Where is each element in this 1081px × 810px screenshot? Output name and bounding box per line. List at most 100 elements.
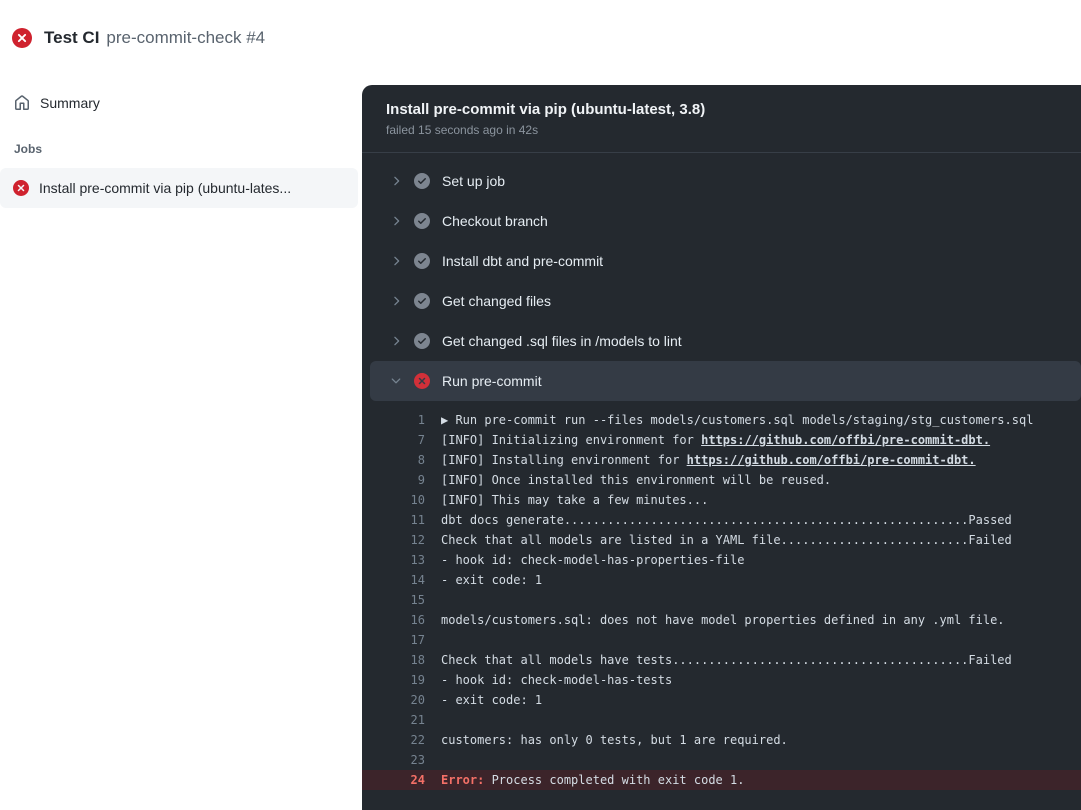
log-text: [INFO] This may take a few minutes... — [441, 493, 708, 507]
log-line-text: - hook id: check-model-has-tests — [425, 670, 672, 690]
log-line-text: models/customers.sql: does not have mode… — [425, 610, 1005, 630]
log-line: 13 - hook id: check-model-has-properties-… — [362, 550, 1081, 570]
jobs-section-label: Jobs — [0, 142, 362, 156]
workflow-name: Test CI — [44, 28, 99, 47]
log-line: 19 - hook id: check-model-has-tests — [362, 670, 1081, 690]
log-line-number[interactable]: 16 — [362, 610, 425, 630]
log-line-number[interactable]: 23 — [362, 750, 425, 770]
step-checkout-branch[interactable]: Checkout branch — [362, 201, 1081, 241]
log-line-number[interactable]: 21 — [362, 710, 425, 730]
chevron-right-icon — [389, 254, 405, 268]
log-line-number[interactable]: 18 — [362, 650, 425, 670]
step-label: Install dbt and pre-commit — [442, 253, 603, 269]
log-line-text — [425, 710, 441, 730]
run-header: Test CI pre-commit-check #4 — [0, 0, 1081, 75]
log-line: 9 [INFO] Once installed this environment … — [362, 470, 1081, 490]
log-text: - exit code: 1 — [441, 573, 542, 587]
step-label: Checkout branch — [442, 213, 548, 229]
log-line-text: [INFO] Once installed this environment w… — [425, 470, 831, 490]
log-line-error: 24Error: Process completed with exit cod… — [362, 770, 1081, 790]
log-line-text: Check that all models are listed in a YA… — [425, 530, 1012, 550]
log-line-number[interactable]: 19 — [362, 670, 425, 690]
log-text: ▶ Run pre-commit run --files models/cust… — [441, 413, 1033, 427]
log-text: Check that all models have tests........… — [441, 653, 1012, 667]
log-line: 11 dbt docs generate.....................… — [362, 510, 1081, 530]
log-line: 8[INFO] Installing environment for https… — [362, 450, 1081, 470]
sidebar-item-job[interactable]: Install pre-commit via pip (ubuntu-lates… — [0, 168, 358, 208]
job-status-meta: failed 15 seconds ago in 42s — [386, 123, 1057, 137]
log-line-text: - hook id: check-model-has-properties-fi… — [425, 550, 744, 570]
log-line-number[interactable]: 10 — [362, 490, 425, 510]
log-line-text: [INFO] Initializing environment for http… — [425, 430, 990, 450]
log-line-number[interactable]: 22 — [362, 730, 425, 750]
x-circle-icon — [12, 28, 32, 48]
run-name: pre-commit-check #4 — [106, 28, 265, 47]
log-line: 1 ▶ Run pre-commit run --files models/cus… — [362, 410, 1081, 430]
log-line-number[interactable]: 9 — [362, 470, 425, 490]
check-circle-icon — [414, 253, 430, 269]
log-line: 10 [INFO] This may take a few minutes... — [362, 490, 1081, 510]
log-text: [INFO] Installing environment for — [441, 453, 687, 467]
log-line-text: Error: Process completed with exit code … — [425, 770, 744, 790]
job-header: Install pre-commit via pip (ubuntu-lates… — [362, 85, 1081, 153]
log-line-number[interactable]: 1 — [362, 410, 425, 430]
log-line-number[interactable]: 13 — [362, 550, 425, 570]
log-line-text — [425, 630, 441, 650]
job-label: Install pre-commit via pip (ubuntu-lates… — [39, 180, 291, 196]
log-line-number[interactable]: 15 — [362, 590, 425, 610]
log-line-number[interactable]: 17 — [362, 630, 425, 650]
log-url-link[interactable]: https://github.com/offbi/pre-commit-dbt. — [701, 433, 990, 447]
chevron-right-icon — [389, 214, 405, 228]
chevron-right-icon — [389, 334, 405, 348]
step-install-dbt-and-pre-commit[interactable]: Install dbt and pre-commit — [362, 241, 1081, 281]
x-circle-icon — [13, 180, 29, 196]
log-line-number[interactable]: 7 — [362, 430, 425, 450]
step-run-pre-commit[interactable]: Run pre-commit — [370, 361, 1081, 401]
log-line: 12Check that all models are listed in a … — [362, 530, 1081, 550]
log-line-text: dbt docs generate.......................… — [425, 510, 1012, 530]
chevron-down-icon — [389, 374, 405, 388]
chevron-right-icon — [389, 174, 405, 188]
sidebar-item-summary[interactable]: Summary — [0, 91, 362, 115]
check-circle-icon — [414, 173, 430, 189]
log-line: 20 - exit code: 1 — [362, 690, 1081, 710]
log-line: 18 Check that all models have tests......… — [362, 650, 1081, 670]
log-line-text: - exit code: 1 — [425, 570, 542, 590]
log-line-number[interactable]: 20 — [362, 690, 425, 710]
log-line-number[interactable]: 24 — [362, 770, 425, 790]
log-text: models/customers.sql: does not have mode… — [441, 613, 1005, 627]
log-text: Process completed with exit code 1. — [492, 773, 745, 787]
chevron-right-icon — [389, 294, 405, 308]
job-title: Install pre-commit via pip (ubuntu-lates… — [386, 101, 1057, 118]
log-text: - hook id: check-model-has-tests — [441, 673, 672, 687]
error-label: Error: — [441, 773, 492, 787]
log-text: customers: has only 0 tests, but 1 are r… — [441, 733, 788, 747]
log-text: - hook id: check-model-has-properties-fi… — [441, 553, 744, 567]
step-label: Get changed .sql files in /models to lin… — [442, 333, 682, 349]
x-circle-icon — [414, 373, 430, 389]
log-line-number[interactable]: 12 — [362, 530, 425, 550]
log-line: 23 — [362, 750, 1081, 770]
step-label: Set up job — [442, 173, 505, 189]
log-line-number[interactable]: 8 — [362, 450, 425, 470]
log-line: 15 — [362, 590, 1081, 610]
log-line-text: [INFO] This may take a few minutes... — [425, 490, 708, 510]
log-line-text: [INFO] Installing environment for https:… — [425, 450, 976, 470]
log-line-number[interactable]: 14 — [362, 570, 425, 590]
log-text: [INFO] Once installed this environment w… — [441, 473, 831, 487]
summary-label: Summary — [40, 95, 100, 111]
step-set-up-job[interactable]: Set up job — [362, 161, 1081, 201]
log-line-number[interactable]: 11 — [362, 510, 425, 530]
check-circle-icon — [414, 333, 430, 349]
step-get-changed-files[interactable]: Get changed files — [362, 281, 1081, 321]
log-url-link[interactable]: https://github.com/offbi/pre-commit-dbt. — [687, 453, 976, 467]
step-get-changed-sql-files-in-models-to-lint[interactable]: Get changed .sql files in /models to lin… — [362, 321, 1081, 361]
log-text: dbt docs generate.......................… — [441, 513, 1012, 527]
check-circle-icon — [414, 213, 430, 229]
log-line: 7[INFO] Initializing environment for htt… — [362, 430, 1081, 450]
log-line-text — [425, 750, 441, 770]
log-line-text: - exit code: 1 — [425, 690, 542, 710]
log-line-text: Check that all models have tests........… — [425, 650, 1012, 670]
log-text: - exit code: 1 — [441, 693, 542, 707]
run-title: Test CI pre-commit-check #4 — [44, 28, 265, 48]
